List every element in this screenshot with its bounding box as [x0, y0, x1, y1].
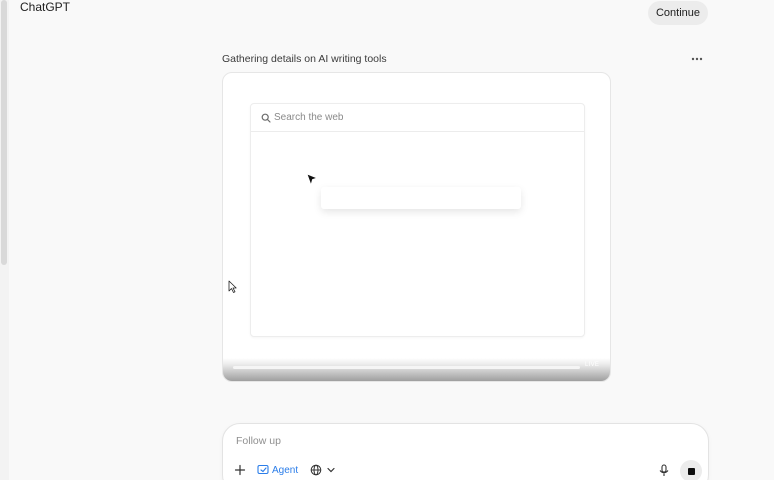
- search-icon: [261, 113, 271, 123]
- voice-input-button[interactable]: [658, 464, 670, 477]
- agent-label: Agent: [272, 464, 299, 476]
- globe-icon: [310, 464, 322, 476]
- continue-button[interactable]: Continue: [648, 1, 708, 25]
- stop-button[interactable]: [680, 460, 702, 480]
- replay-progress-bar[interactable]: LIVE: [223, 358, 610, 381]
- add-attachment-button[interactable]: [234, 463, 248, 477]
- web-search-toggle[interactable]: [310, 463, 336, 477]
- search-suggestions-dropdown: [321, 187, 521, 209]
- microphone-icon: [659, 464, 669, 476]
- follow-up-composer[interactable]: Follow up Agent: [222, 423, 709, 480]
- search-placeholder: Search the web: [274, 112, 344, 123]
- web-search-bar[interactable]: Search the web: [251, 104, 584, 132]
- app-title: ChatGPT: [20, 0, 71, 14]
- stop-icon: [687, 467, 695, 475]
- mouse-pointer-icon: [228, 280, 237, 293]
- browser-webpage: Search the web: [250, 103, 585, 337]
- agent-browser-view: Search the web LIVE: [222, 72, 611, 382]
- agent-icon: [257, 464, 269, 475]
- page-scrollbar[interactable]: [0, 0, 9, 480]
- ellipsis-icon: [691, 57, 703, 61]
- agent-mode-button[interactable]: Agent: [257, 463, 298, 477]
- chevron-down-icon: [327, 467, 335, 473]
- more-options-button[interactable]: [688, 52, 706, 66]
- live-badge: LIVE: [585, 362, 600, 368]
- scrollbar-thumb[interactable]: [1, 0, 7, 265]
- cursor-arrow-icon: [306, 173, 318, 187]
- plus-icon: [234, 464, 246, 476]
- task-title: Gathering details on AI writing tools: [222, 53, 387, 65]
- progress-track[interactable]: [233, 366, 580, 369]
- follow-up-input[interactable]: Follow up: [236, 435, 281, 447]
